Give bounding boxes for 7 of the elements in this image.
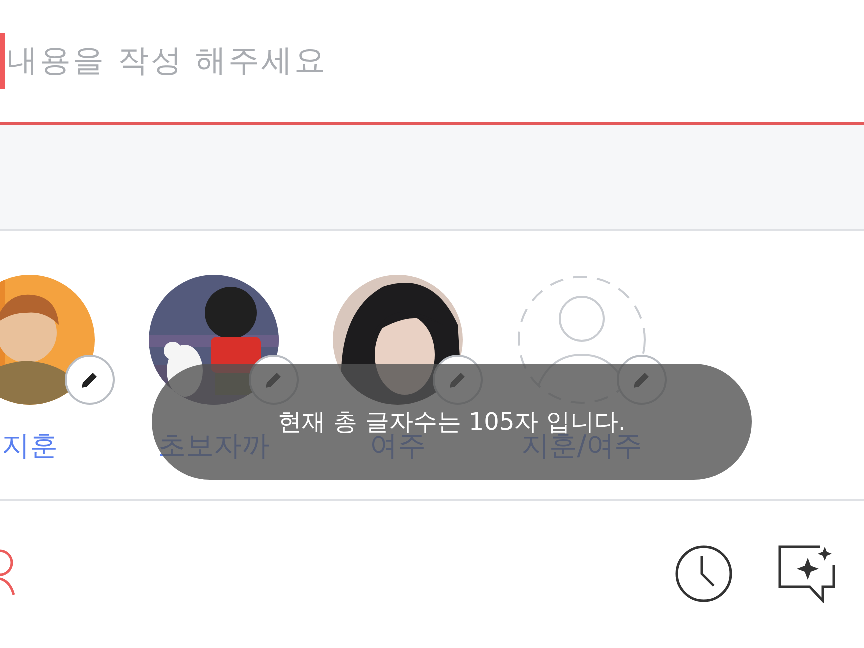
text-cursor [0, 33, 5, 89]
pencil-icon [80, 370, 100, 390]
edit-button[interactable] [65, 355, 115, 405]
member-name[interactable]: 지훈 [2, 427, 58, 465]
chat-sparkle-icon[interactable] [778, 544, 836, 602]
content-input[interactable]: 내용을 작성 해주세요 [5, 43, 607, 79]
clock-icon[interactable] [674, 544, 734, 604]
